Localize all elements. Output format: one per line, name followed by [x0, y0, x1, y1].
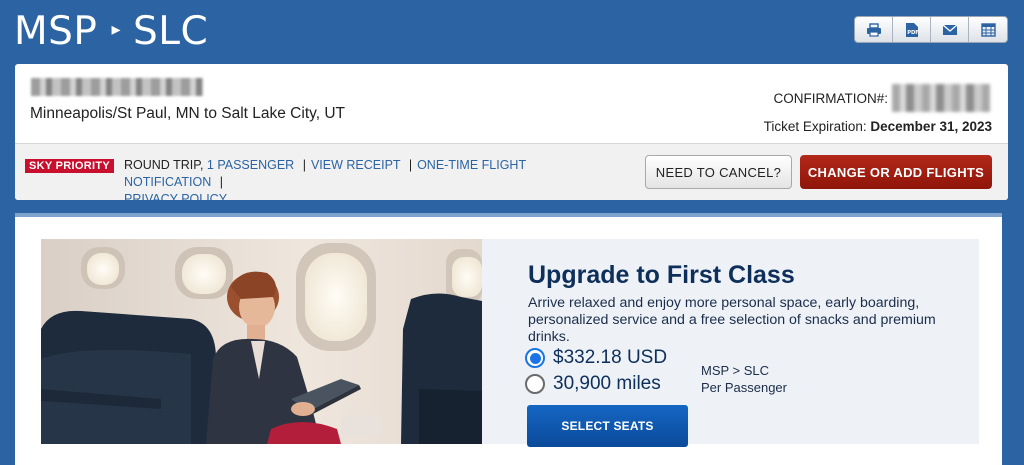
radio-unselected-icon[interactable]: [525, 374, 545, 394]
route-arrow-icon: ▸: [111, 18, 121, 40]
trip-actions-bar: SKY PRIORITY ROUND TRIP, 1 PASSENGER | VI…: [15, 144, 1008, 200]
ticket-expiration: Ticket Expiration: December 31, 2023: [764, 119, 992, 134]
price-option-miles[interactable]: 30,900 miles: [525, 373, 661, 395]
trip-links: ROUND TRIP, 1 PASSENGER | VIEW RECEIPT | O…: [124, 157, 604, 200]
city-pair: Minneapolis/St Paul, MN to Salt Lake Cit…: [30, 105, 346, 122]
email-icon[interactable]: [931, 17, 969, 42]
destination-code: SLC: [132, 8, 209, 54]
trip-type: ROUND TRIP,: [124, 158, 204, 172]
radio-selected-icon[interactable]: [525, 348, 545, 368]
separator: |: [219, 175, 223, 189]
change-or-add-flights-button[interactable]: CHANGE OR ADD FLIGHTS: [800, 155, 992, 189]
need-to-cancel-button[interactable]: NEED TO CANCEL?: [645, 155, 792, 189]
print-icon[interactable]: [855, 17, 893, 42]
expiry-label: Ticket Expiration:: [763, 119, 867, 134]
select-seats-button[interactable]: SELECT SEATS: [527, 405, 688, 447]
route-note-segment: MSP > SLC: [701, 363, 770, 378]
confirmation-label: CONFIRMATION#:: [773, 91, 889, 106]
view-receipt-link[interactable]: VIEW RECEIPT: [311, 158, 400, 172]
separator: |: [302, 158, 306, 172]
option-label: $332.18 USD: [553, 347, 668, 368]
page-title: MSP ▸ SLC: [14, 8, 208, 54]
trip-summary-card: Minneapolis/St Paul, MN to Salt Lake Cit…: [15, 64, 1008, 200]
route-note-per: Per Passenger: [701, 380, 787, 395]
svg-text:PDF: PDF: [907, 30, 919, 36]
upgrade-offer: Upgrade to First Class Arrive relaxed an…: [482, 239, 979, 447]
trip-header: Minneapolis/St Paul, MN to Salt Lake Cit…: [15, 64, 1008, 144]
separator: |: [408, 158, 413, 172]
privacy-policy-link[interactable]: PRIVACY POLICY: [124, 192, 227, 200]
route-note: MSP > SLC Per Passenger: [701, 362, 787, 396]
toolbar: PDF: [854, 16, 1008, 43]
redacted-confirmation-number: [892, 84, 990, 112]
pdf-icon[interactable]: PDF: [893, 17, 931, 42]
passenger-count-link[interactable]: 1 PASSENGER: [207, 158, 294, 172]
origin-code: MSP: [14, 8, 98, 54]
expiry-date: December 31, 2023: [870, 119, 992, 134]
cabin-photo: [41, 239, 482, 444]
redacted-passenger-name: [31, 78, 203, 96]
upgrade-title: Upgrade to First Class: [528, 261, 795, 289]
calendar-icon[interactable]: [969, 17, 1007, 42]
upgrade-panel: Upgrade to First Class Arrive relaxed an…: [15, 213, 1002, 465]
option-label: 30,900 miles: [553, 373, 661, 394]
sky-priority-badge: SKY PRIORITY: [25, 159, 115, 173]
upgrade-description: Arrive relaxed and enjoy more personal s…: [528, 295, 936, 345]
price-option-usd[interactable]: $332.18 USD: [525, 347, 667, 369]
